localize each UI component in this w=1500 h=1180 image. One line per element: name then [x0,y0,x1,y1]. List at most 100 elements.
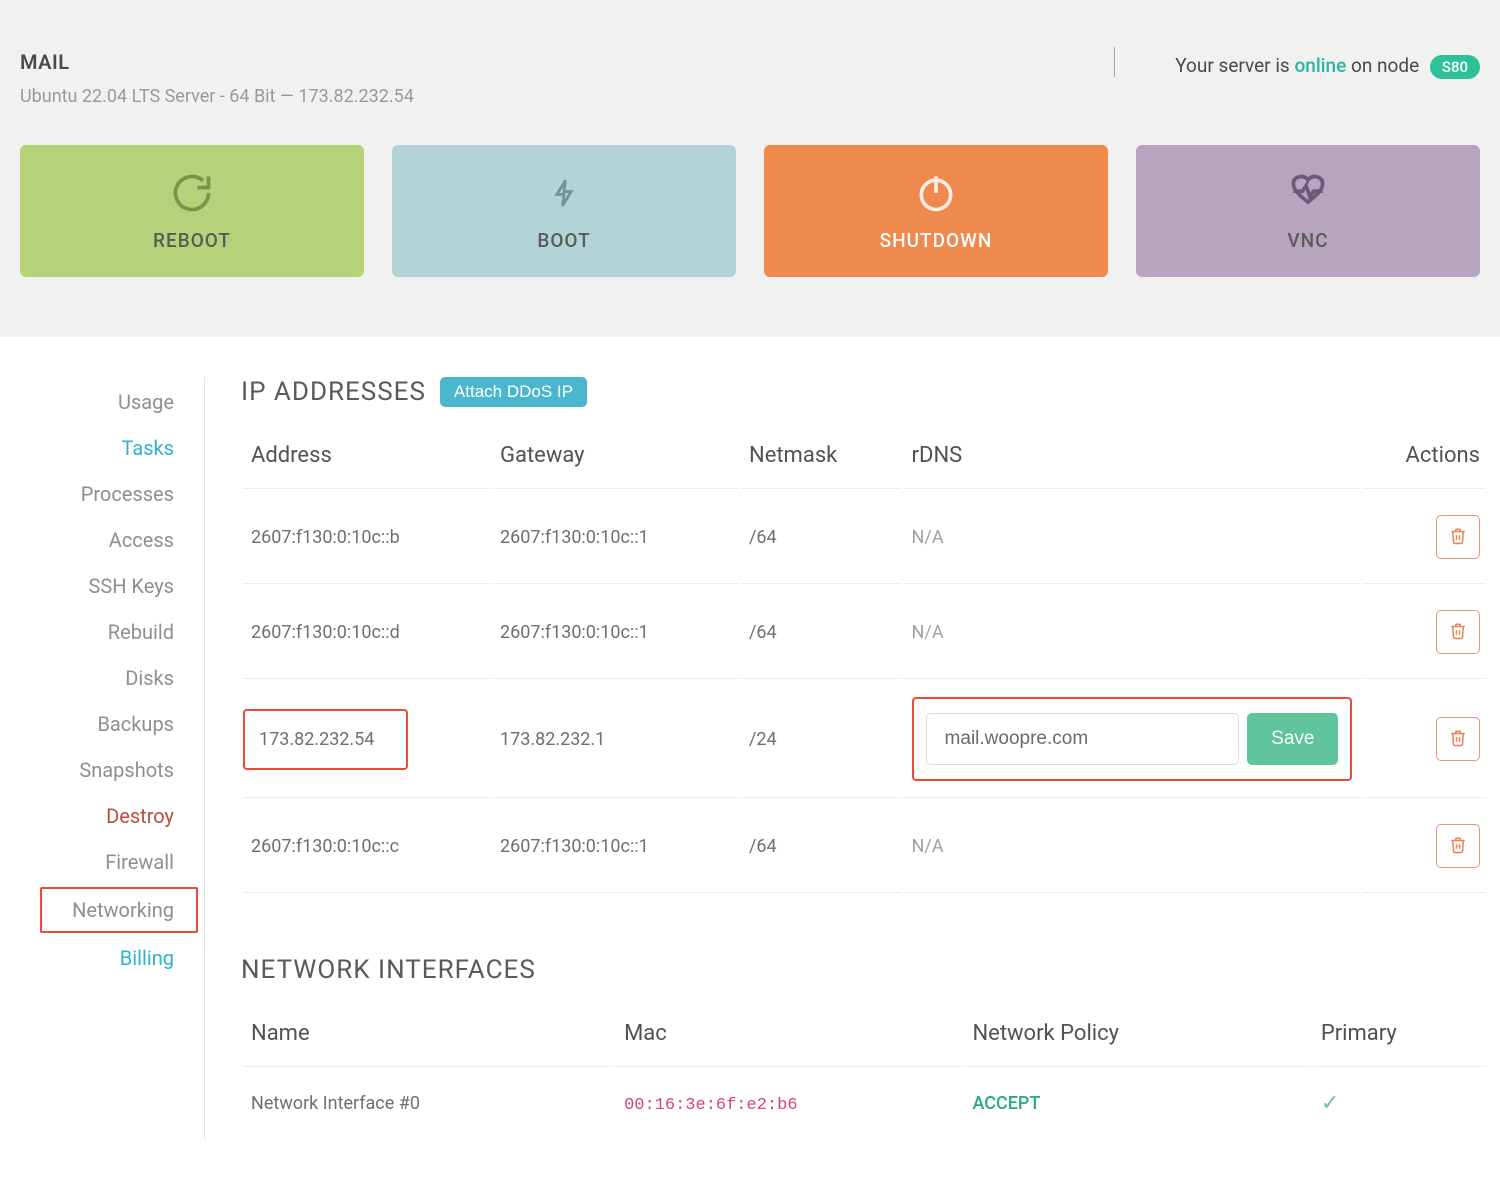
status-mid: on node [1346,54,1424,77]
highlighted-address: 173.82.232.54 [243,709,408,770]
power-icon [914,171,958,215]
sidebar-item-label: Networking [72,898,174,922]
delete-ip-button[interactable] [1436,717,1480,761]
ip-netmask-cell: /64 [741,586,902,679]
sidebar-item-label: Rebuild [108,620,174,644]
sidebar-item-networking[interactable]: Networking [40,887,198,933]
vnc-label: VNC [1287,229,1328,252]
sidebar-item-backups[interactable]: Backups [0,701,204,747]
ip-addresses-heading: IP ADDRESSES Attach DDoS IP [241,377,1488,407]
save-rdns-button[interactable]: Save [1247,713,1338,765]
vertical-divider [1114,47,1115,77]
col-nic-name: Name [243,1007,614,1067]
col-netmask: Netmask [741,429,902,489]
server-name: MAIL [20,50,414,74]
node-badge: S80 [1430,55,1480,79]
attach-ddos-ip-button[interactable]: Attach DDoS IP [440,377,587,407]
ip-address-cell: 2607:f130:0:10c::c [243,800,490,893]
mac-value: 00:16:3e:6f:e2:b6 [624,1096,797,1115]
section-title-text: NETWORK INTERFACES [241,955,536,985]
nic-name-cell: Network Interface #0 [243,1069,614,1138]
col-gateway: Gateway [492,429,739,489]
sidebar-item-label: Firewall [105,850,174,874]
trash-icon [1449,527,1467,548]
sidebar-item-label: Snapshots [79,758,174,782]
sidebar-item-label: Disks [125,666,174,690]
sidebar-item-label: Tasks [122,436,175,460]
rdns-edit-group: Save [912,697,1353,781]
ip-row: 173.82.232.54 173.82.232.1 /24 Save [243,681,1486,798]
ip-row: 2607:f130:0:10c::c 2607:f130:0:10c::1 /6… [243,800,1486,893]
rdns-input[interactable] [926,713,1240,765]
section-title-text: IP ADDRESSES [241,377,426,407]
network-interfaces-heading: NETWORK INTERFACES [241,955,1488,985]
sidebar-item-access[interactable]: Access [0,517,204,563]
shutdown-label: SHUTDOWN [880,229,993,252]
reboot-button[interactable]: REBOOT [20,145,364,277]
page-header: MAIL Ubuntu 22.04 LTS Server - 64 Bit — … [20,20,1480,139]
sidebar-item-processes[interactable]: Processes [0,471,204,517]
network-interfaces-table: Name Mac Network Policy Primary Network … [241,1005,1488,1140]
sidebar-item-snapshots[interactable]: Snapshots [0,747,204,793]
nic-row: Network Interface #0 00:16:3e:6f:e2:b6 A… [243,1069,1486,1138]
sidebar-item-label: Processes [81,482,174,506]
boot-label: BOOT [537,229,590,252]
reboot-icon [170,171,214,215]
nic-mac-cell: 00:16:3e:6f:e2:b6 [616,1069,962,1138]
ip-rdns-cell: Save [904,681,1361,798]
boot-button[interactable]: BOOT [392,145,736,277]
sidebar-item-destroy[interactable]: Destroy [0,793,204,839]
ip-gateway-cell: 2607:f130:0:10c::1 [492,800,739,893]
col-address: Address [243,429,490,489]
ip-rdns-cell: N/A [904,491,1361,584]
sidebar-item-label: Backups [97,712,174,736]
policy-value: ACCEPT [972,1093,1040,1114]
col-nic-mac: Mac [616,1007,962,1067]
ip-address-cell: 2607:f130:0:10c::b [243,491,490,584]
nic-primary-cell: ✓ [1313,1069,1486,1138]
delete-ip-button[interactable] [1436,515,1480,559]
ip-address-cell: 173.82.232.54 [243,681,490,798]
ip-gateway-cell: 173.82.232.1 [492,681,739,798]
shutdown-button[interactable]: SHUTDOWN [764,145,1108,277]
sidebar-item-ssh-keys[interactable]: SSH Keys [0,563,204,609]
ip-rdns-cell: N/A [904,800,1361,893]
lightning-icon [542,171,586,215]
server-status: Your server is online on node S80 [1175,50,1480,79]
sidebar-item-tasks[interactable]: Tasks [0,425,204,471]
ip-table: Address Gateway Netmask rDNS Actions 260… [241,427,1488,895]
ip-rdns-cell: N/A [904,586,1361,679]
delete-ip-button[interactable] [1436,824,1480,868]
sidebar: Usage Tasks Processes Access SSH Keys Re… [0,377,205,1140]
ip-netmask-cell: /64 [741,491,902,584]
sidebar-item-label: Usage [118,390,174,414]
sidebar-item-label: Destroy [106,804,174,828]
ip-netmask-cell: /64 [741,800,902,893]
ip-row: 2607:f130:0:10c::d 2607:f130:0:10c::1 /6… [243,586,1486,679]
col-rdns: rDNS [904,429,1361,489]
action-card-row: REBOOT BOOT SHUTDOWN VNC [20,145,1480,277]
check-icon: ✓ [1321,1091,1339,1116]
col-actions: Actions [1362,429,1486,489]
sidebar-item-billing[interactable]: Billing [0,935,204,981]
delete-ip-button[interactable] [1436,610,1480,654]
ip-netmask-cell: /24 [741,681,902,798]
sidebar-item-usage[interactable]: Usage [0,379,204,425]
nic-policy-cell: ACCEPT [964,1069,1310,1138]
status-online-word: online [1294,54,1346,77]
sidebar-item-label: Access [109,528,174,552]
ip-gateway-cell: 2607:f130:0:10c::1 [492,586,739,679]
heartbeat-icon [1286,171,1330,215]
col-nic-policy: Network Policy [964,1007,1310,1067]
sidebar-item-label: Billing [120,946,174,970]
trash-icon [1449,729,1467,750]
ip-row: 2607:f130:0:10c::b 2607:f130:0:10c::1 /6… [243,491,1486,584]
sidebar-item-disks[interactable]: Disks [0,655,204,701]
sidebar-item-rebuild[interactable]: Rebuild [0,609,204,655]
vnc-button[interactable]: VNC [1136,145,1480,277]
reboot-label: REBOOT [153,229,231,252]
sidebar-item-label: SSH Keys [88,574,174,598]
col-nic-primary: Primary [1313,1007,1486,1067]
ip-address-cell: 2607:f130:0:10c::d [243,586,490,679]
sidebar-item-firewall[interactable]: Firewall [0,839,204,885]
